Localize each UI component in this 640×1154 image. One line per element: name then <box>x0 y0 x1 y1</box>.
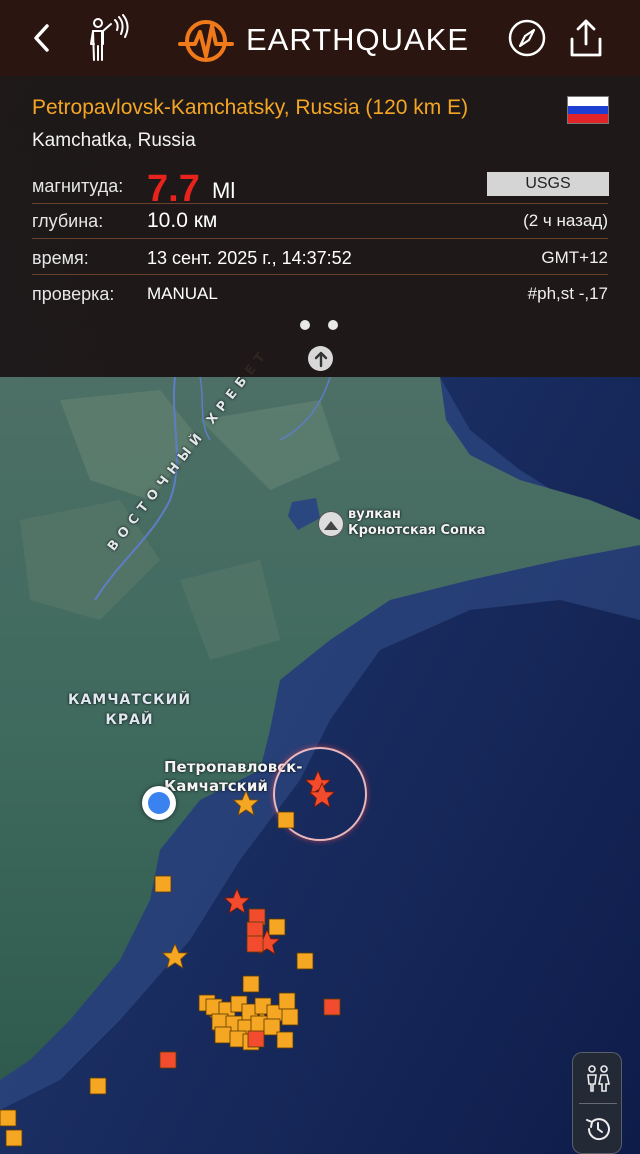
quake-square-marker[interactable] <box>214 1026 232 1044</box>
quake-square-marker[interactable] <box>246 935 264 953</box>
people-icon <box>587 1065 610 1092</box>
quake-square-marker[interactable] <box>323 998 341 1016</box>
earthquake-logo-icon <box>178 20 234 62</box>
quake-square-marker[interactable] <box>276 1031 294 1049</box>
quake-star-marker[interactable] <box>162 943 188 969</box>
quake-square-marker[interactable] <box>281 1008 299 1026</box>
review-row: проверка: MANUAL #ph,st -,17 <box>0 284 640 320</box>
event-region: Kamchatka, Russia <box>32 130 196 151</box>
relative-time: (2 ч назад) <box>523 211 608 230</box>
compass-button[interactable] <box>503 14 551 62</box>
person-waving-icon <box>90 14 129 61</box>
magnitude-value: 7.7 <box>147 168 200 210</box>
pager-dot-1[interactable] <box>300 320 310 330</box>
compass-icon <box>508 19 546 57</box>
pager-dot-2[interactable] <box>328 320 338 330</box>
quake-square-marker[interactable] <box>5 1129 23 1147</box>
review-value: MANUAL <box>147 284 218 303</box>
quake-square-marker[interactable] <box>268 918 286 936</box>
chevron-left-icon <box>34 24 49 52</box>
quake-square-marker[interactable] <box>159 1051 177 1069</box>
app-title: EARTHQUAKE <box>246 22 470 57</box>
quake-square-marker[interactable] <box>0 1109 17 1127</box>
quake-star-marker[interactable] <box>233 790 259 816</box>
history-button[interactable] <box>573 1104 623 1154</box>
event-place: Petropavlovsk-Kamchatsky, Russia (120 km… <box>32 96 469 119</box>
quake-square-marker[interactable] <box>242 975 260 993</box>
back-button[interactable] <box>18 14 66 62</box>
row-divider <box>32 274 608 275</box>
row-divider <box>32 238 608 239</box>
quake-square-marker[interactable] <box>154 875 172 893</box>
review-code: #ph,st -,17 <box>527 284 608 303</box>
collapse-panel-button[interactable] <box>308 346 333 371</box>
people-button[interactable] <box>573 1053 623 1103</box>
time-value: 13 сент. 2025 г., 14:37:52 <box>147 248 352 268</box>
source-badge[interactable]: USGS <box>487 172 609 196</box>
magnitude-type: Ml <box>212 178 236 203</box>
top-bar: EARTHQUAKE <box>0 0 640 76</box>
quake-star-marker[interactable] <box>224 888 250 914</box>
history-icon <box>586 1118 610 1141</box>
quake-square-marker[interactable] <box>278 992 296 1010</box>
depth-row: глубина: 10.0 км (2 ч назад) <box>0 209 640 247</box>
time-label: время: <box>32 248 89 268</box>
share-icon <box>570 19 602 57</box>
quake-square-marker[interactable] <box>246 921 264 939</box>
arrow-up-icon <box>314 351 327 367</box>
felt-report-button[interactable] <box>84 14 132 62</box>
map-controls <box>572 1052 622 1154</box>
timezone: GMT+12 <box>541 248 608 267</box>
time-row: время: 13 сент. 2025 г., 14:37:52 GMT+12 <box>0 248 640 284</box>
depth-value: 10.0 км <box>147 209 218 232</box>
row-divider <box>32 203 608 204</box>
quake-square-marker[interactable] <box>89 1077 107 1095</box>
magnitude-label: магнитуда: <box>32 176 124 196</box>
quake-square-marker[interactable] <box>296 952 314 970</box>
country-flag-icon <box>567 96 609 124</box>
share-button[interactable] <box>562 14 610 62</box>
event-info-panel[interactable]: Petropavlovsk-Kamchatsky, Russia (120 km… <box>0 76 640 377</box>
depth-label: глубина: <box>32 211 104 231</box>
review-label: проверка: <box>32 284 115 304</box>
quake-square-marker[interactable] <box>277 811 295 829</box>
quake-square-marker[interactable] <box>247 1030 265 1048</box>
